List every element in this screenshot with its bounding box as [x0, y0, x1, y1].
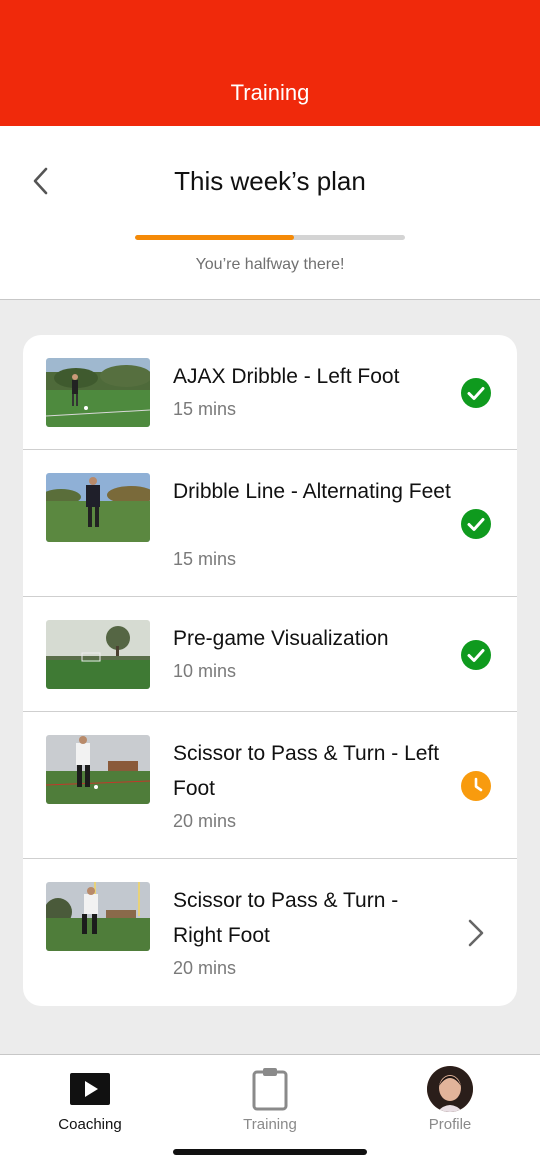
page-title: This week’s plan [174, 166, 366, 196]
play-icon [66, 1065, 114, 1113]
drill-row-scissor-left[interactable]: Scissor to Pass & Turn - Left Foot 20 mi… [23, 712, 517, 859]
tab-coaching[interactable]: Coaching [0, 1055, 180, 1145]
drill-title: Scissor to Pass & Turn - Right Foot [173, 889, 399, 947]
in-progress-status [461, 771, 491, 801]
drill-row-scissor-right[interactable]: Scissor to Pass & Turn - Right Foot 20 m… [23, 859, 517, 1006]
drill-title: Pre-game Visualization [173, 627, 389, 650]
drill-duration: 20 mins [173, 811, 237, 831]
check-circle-icon [461, 509, 491, 539]
tab-label: Profile [428, 1116, 472, 1133]
drill-thumbnail [46, 620, 150, 689]
open-drill-indicator [461, 918, 491, 948]
drill-thumbnail [46, 735, 150, 804]
drill-row-dribble-line[interactable]: Dribble Line - Alternating Feet 15 mins [23, 450, 517, 597]
top-app-bar: Training [0, 0, 540, 126]
drill-duration: 15 mins [173, 399, 237, 419]
weekly-progress-fill [135, 235, 295, 240]
drill-title: Scissor to Pass & Turn - Left Foot [173, 742, 440, 800]
completed-status [461, 378, 491, 408]
check-circle-icon [461, 378, 491, 408]
drill-title: Dribble Line - Alternating Feet [173, 480, 451, 503]
top-bar-title: Training [230, 80, 310, 105]
completed-status [461, 640, 491, 670]
progress-message: You’re halfway there! [195, 256, 345, 273]
plan-header: This week’s plan You’re halfway there! [0, 126, 540, 300]
tab-training[interactable]: Training [180, 1055, 360, 1145]
completed-status [461, 509, 491, 539]
avatar [426, 1065, 474, 1113]
weekly-progress-bar [135, 235, 405, 240]
check-circle-icon [461, 640, 491, 670]
drill-duration: 15 mins [173, 549, 237, 569]
drill-row-ajax-dribble[interactable]: AJAX Dribble - Left Foot 15 mins [23, 335, 517, 450]
chevron-right-icon [468, 919, 484, 947]
tab-label: Coaching [58, 1116, 122, 1133]
clock-icon [461, 771, 491, 801]
tab-profile[interactable]: Profile [360, 1055, 540, 1145]
drill-thumbnail [46, 358, 150, 427]
clipboard-icon [246, 1065, 294, 1113]
drill-thumbnail [46, 473, 150, 542]
drill-row-pregame-visualization[interactable]: Pre-game Visualization 10 mins [23, 597, 517, 712]
home-indicator [173, 1149, 367, 1155]
drill-thumbnail [46, 882, 150, 951]
drill-title: AJAX Dribble - Left Foot [173, 365, 400, 388]
drill-list: AJAX Dribble - Left Foot 15 mins Dribble… [23, 335, 517, 1006]
drill-duration: 10 mins [173, 661, 237, 681]
tab-label: Training [243, 1116, 297, 1133]
drill-duration: 20 mins [173, 958, 237, 978]
